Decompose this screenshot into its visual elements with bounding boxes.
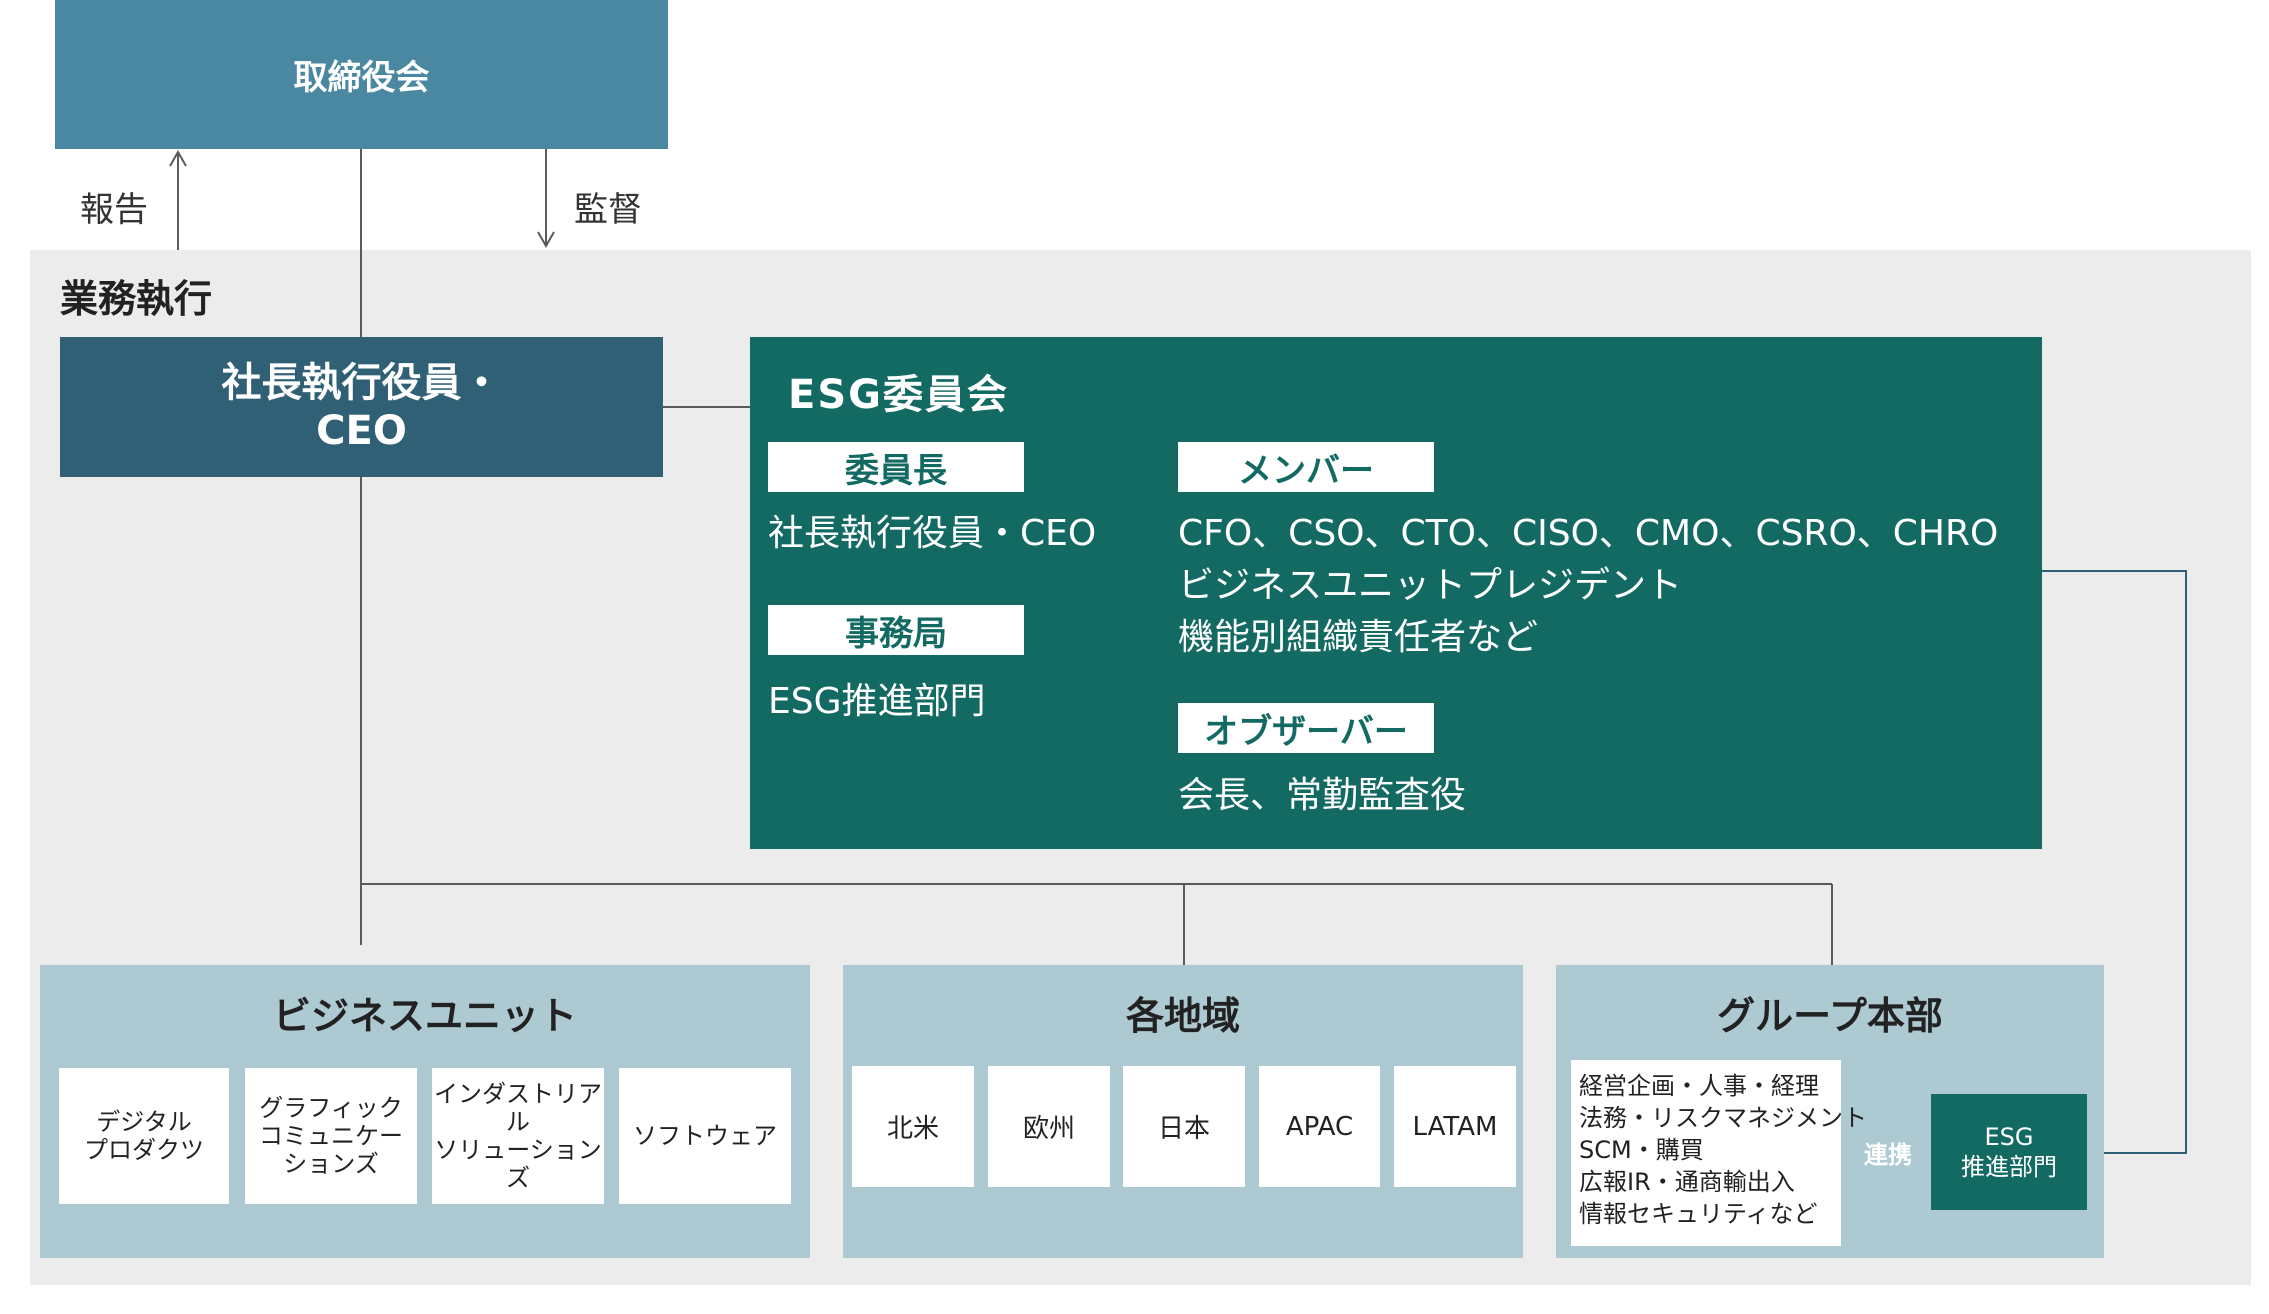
business-unit-card: ソフトウェア bbox=[619, 1068, 791, 1204]
hq-function: 情報セキュリティなど bbox=[1579, 1200, 1818, 1228]
region-card: 欧州 bbox=[988, 1066, 1110, 1187]
business-unit-card: インダストリアル ソリューションズ bbox=[432, 1068, 604, 1204]
hq-function: 広報IR・通商輸出入 bbox=[1579, 1168, 1795, 1196]
members-list: CFO、CSO、CTO、CISO、CMO、CSRO、CHRO ビジネスユニットプ… bbox=[1178, 508, 1998, 664]
chair-tag: 委員長 bbox=[768, 442, 1024, 492]
link-label: 連携 bbox=[1864, 1141, 1912, 1169]
hq-function: 法務・リスクマネジメント bbox=[1579, 1104, 1867, 1132]
group-hq-title: グループ本部 bbox=[1717, 994, 1943, 1038]
board-of-directors: 取締役会 bbox=[55, 0, 668, 149]
region-card: 日本 bbox=[1123, 1066, 1245, 1187]
business-execution-label: 業務執行 bbox=[60, 277, 213, 321]
members-line-2: ビジネスユニットプレジデント bbox=[1178, 565, 1683, 606]
supervise-label: 監督 bbox=[574, 190, 642, 230]
ceo-line1: 社長執行役員・ bbox=[221, 360, 502, 406]
members-line-3: 機能別組織責任者など bbox=[1178, 617, 1539, 658]
business-units-title: ビジネスユニット bbox=[272, 994, 577, 1038]
members-tag: メンバー bbox=[1178, 442, 1434, 492]
members-line-1: CFO、CSO、CTO、CISO、CMO、CSRO、CHRO bbox=[1178, 513, 1999, 554]
esg-committee-title: ESG委員会 bbox=[788, 372, 1009, 418]
region-card: LATAM bbox=[1394, 1066, 1516, 1187]
ceo-line2: CEO bbox=[316, 408, 407, 454]
ceo-box: 社長執行役員・ CEO bbox=[60, 337, 663, 477]
business-unit-card: デジタル プロダクツ bbox=[59, 1068, 229, 1204]
hq-function: 経営企画・人事・経理 bbox=[1579, 1072, 1819, 1100]
hq-function: SCM・購買 bbox=[1579, 1136, 1704, 1164]
secretariat-text: ESG推進部門 bbox=[768, 681, 986, 722]
hq-functions-list: 経営企画・人事・経理 法務・リスクマネジメント SCM・購買 広報IR・通商輸出… bbox=[1571, 1060, 1867, 1246]
hq-esg-unit: ESG 推進部門 bbox=[1931, 1094, 2087, 1210]
chair-text: 社長執行役員・CEO bbox=[768, 513, 1097, 554]
region-card: APAC bbox=[1259, 1066, 1380, 1187]
regions-title: 各地域 bbox=[1125, 994, 1240, 1038]
observers-tag: オブザーバー bbox=[1178, 703, 1434, 753]
business-unit-card: グラフィック コミュニケー ションズ bbox=[245, 1068, 417, 1204]
region-card: 北米 bbox=[852, 1066, 974, 1187]
secretariat-tag: 事務局 bbox=[768, 605, 1024, 655]
report-label: 報告 bbox=[80, 190, 148, 230]
observers-text: 会長、常勤監査役 bbox=[1178, 775, 1467, 816]
